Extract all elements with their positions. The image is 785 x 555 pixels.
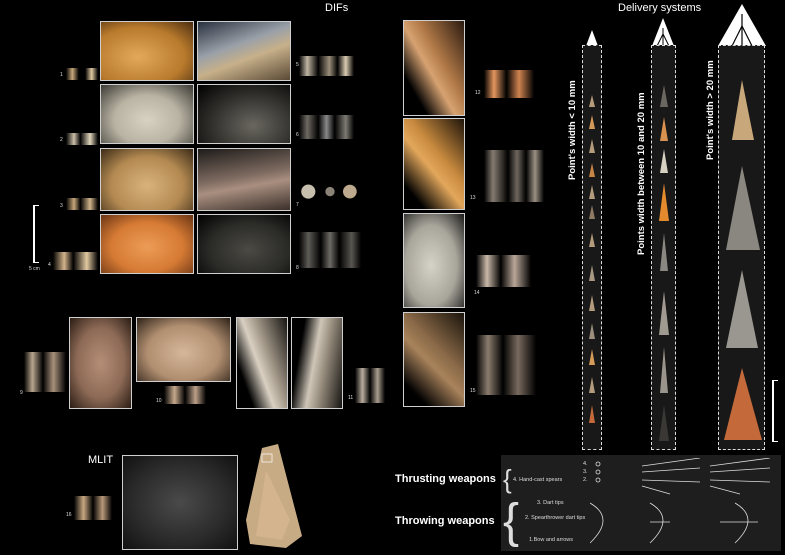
sidethumb-row4 (299, 232, 361, 268)
thumb-10 (164, 386, 206, 404)
thumb-row1 (66, 68, 98, 80)
thumb-13 (484, 150, 544, 202)
number-4: 4 (48, 262, 51, 268)
photo-row1-a (100, 21, 194, 81)
column-label-small: Point's width < 10 mm (567, 80, 578, 180)
thumb-14 (476, 255, 531, 287)
column-label-large: Point's width > 20 mm (705, 60, 716, 160)
points-medium-column (659, 85, 669, 441)
number-2: 2 (60, 137, 63, 143)
mlit-microscope-photo (122, 455, 238, 550)
photo-9 (69, 317, 132, 409)
legend-item-1: 1.Bow and arrows (529, 537, 574, 543)
photo-15 (403, 312, 465, 407)
number-6: 6 (296, 132, 299, 138)
legend-thrusting-label: Thrusting weapons (395, 473, 496, 485)
scale-bar (33, 205, 35, 263)
number-16: 16 (66, 512, 72, 518)
column-label-medium: Points width between 10 and 20 mm (636, 92, 647, 255)
photo-row2-b (197, 84, 291, 144)
delivery-systems-title: Delivery systems (618, 2, 702, 14)
number-13: 13 (470, 195, 476, 201)
number-10: 10 (156, 398, 162, 404)
photo-row1-b (197, 21, 291, 81)
legend-throwing-label: Throwing weapons (395, 515, 495, 527)
photo-row3-a (100, 148, 194, 211)
thumb-row3 (66, 198, 98, 210)
number-11: 11 (348, 395, 354, 401)
thumb-row4 (53, 252, 98, 270)
number-8: 8 (296, 265, 299, 271)
marker-4: 4. (583, 461, 588, 467)
brace-thrusting: { (503, 464, 512, 494)
photo-row3-b (197, 148, 291, 211)
difs-title: DIFs (325, 2, 349, 14)
photo-row2-a (100, 84, 194, 144)
arrow-tip-large-icon (718, 4, 766, 47)
photo-row4-a (100, 214, 194, 274)
right-scale-bar (772, 380, 774, 442)
number-3: 3 (60, 203, 63, 209)
scale-label: 5 cm (29, 266, 40, 272)
thumb-11 (355, 368, 385, 403)
number-15: 15 (470, 388, 476, 394)
number-12: 12 (475, 90, 481, 96)
sidethumb-row2 (299, 115, 354, 139)
number-14: 14 (474, 290, 480, 296)
photo-14 (403, 213, 465, 308)
sidethumb-row3 (299, 178, 361, 212)
sidethumb-row1 (299, 56, 354, 76)
legend-trajectory-diagrams (590, 458, 771, 544)
points-large-column (724, 80, 762, 440)
photo-13 (403, 118, 465, 210)
thumb-15 (476, 335, 536, 395)
legend-item-3: 3. Dart tips (537, 500, 564, 506)
photo-11-b (291, 317, 343, 409)
thumb-9 (24, 352, 66, 392)
mlit-point-photo (246, 444, 302, 548)
brace-throwing: { (503, 495, 520, 548)
photo-12 (403, 20, 465, 116)
points-small-column (589, 95, 595, 423)
thumb-12 (484, 70, 534, 98)
legend-item-2: 2. Spearthrower dart tips (525, 515, 586, 521)
thumb-16 (74, 496, 112, 520)
number-1: 1 (60, 72, 63, 78)
marker-2: 2. (583, 477, 588, 483)
number-5: 5 (296, 62, 299, 68)
number-7: 7 (296, 202, 299, 208)
mlit-title: MLIT (88, 454, 114, 466)
photo-10 (136, 317, 231, 382)
thumb-row2 (66, 133, 98, 145)
arrow-tip-medium-icon (652, 18, 674, 47)
photo-11-a (236, 317, 288, 409)
number-9: 9 (20, 390, 23, 396)
marker-3: 3. (583, 469, 588, 475)
legend-item-4: 4. Hand-cast spears (513, 477, 563, 483)
photo-row4-b (197, 214, 291, 274)
